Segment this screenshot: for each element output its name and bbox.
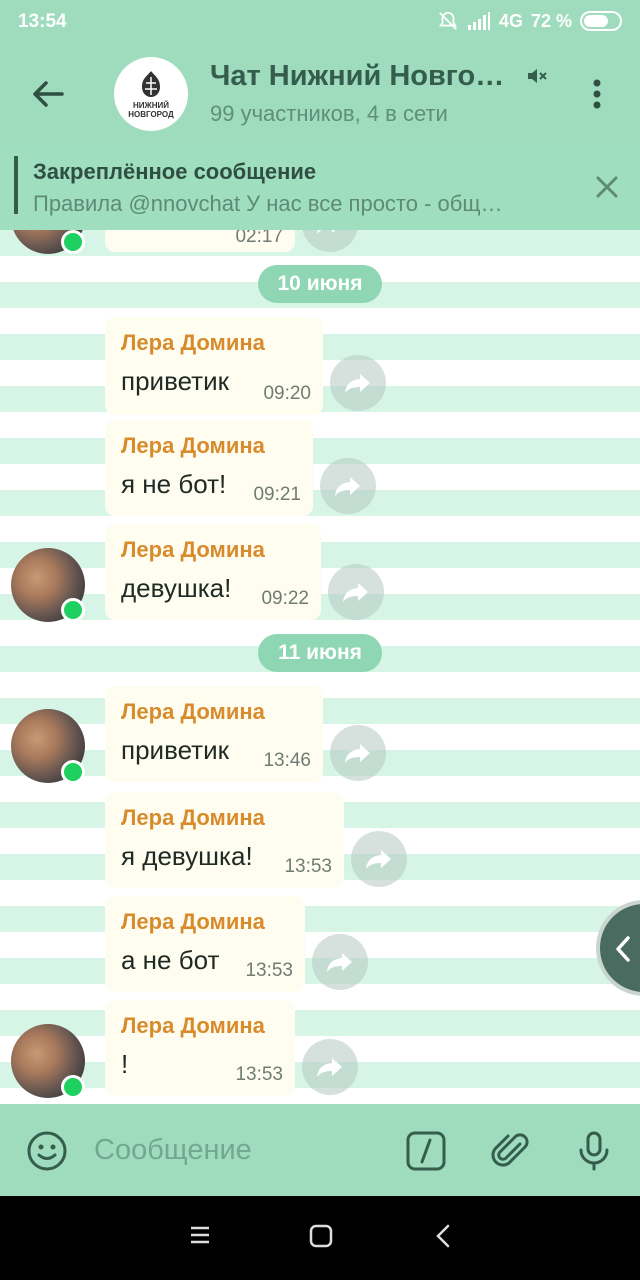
- forward-button[interactable]: [351, 831, 407, 887]
- share-arrow-icon: [335, 477, 360, 496]
- share-arrow-icon: [345, 374, 370, 393]
- share-arrow-icon: [366, 850, 391, 869]
- muted-speaker-icon: [528, 69, 547, 83]
- chevron-left-icon: [616, 936, 630, 962]
- status-bar: 13:54 4G 72 %: [0, 0, 640, 44]
- message-text: я не бот!: [121, 469, 227, 499]
- chat-subtitle: 99 участников, 4 в сети: [210, 101, 448, 126]
- message-bubble[interactable]: Лера Домина я не бот! 09:21: [105, 420, 313, 516]
- menu-icon[interactable]: [189, 1224, 211, 1246]
- microphone-icon[interactable]: [573, 1130, 615, 1172]
- logo-text: НИЖНИЙ НОВГОРОД: [128, 101, 174, 119]
- forward-button[interactable]: [302, 230, 358, 252]
- message-time: 13:53: [284, 856, 332, 877]
- message-time: 13:53: [245, 960, 293, 981]
- back-nav-icon[interactable]: [434, 1224, 452, 1248]
- close-icon[interactable]: [594, 174, 620, 200]
- bell-off-icon: [438, 11, 457, 30]
- forward-button[interactable]: [328, 564, 384, 620]
- status-indicators: 4G 72 %: [437, 10, 622, 32]
- message-text: приветик: [121, 366, 229, 396]
- message-author[interactable]: Лера Домина: [121, 537, 305, 563]
- online-indicator: [61, 230, 85, 254]
- message-text: я девушка!: [121, 841, 253, 871]
- share-arrow-icon: [343, 583, 368, 602]
- forward-button[interactable]: [312, 934, 368, 990]
- pinned-message[interactable]: Закреплённое сообщение Правила @nnovchat…: [0, 144, 640, 230]
- date-separator: 11 июня: [258, 634, 382, 672]
- arrow-left-icon[interactable]: [28, 74, 68, 114]
- message-time: 09:21: [253, 484, 301, 505]
- message-text: девушка!: [121, 573, 232, 603]
- date-separator: 10 июня: [258, 265, 382, 303]
- pinned-text: Правила @nnovchat У нас все просто - общ…: [33, 191, 503, 216]
- online-indicator: [61, 1075, 85, 1099]
- home-icon[interactable]: [309, 1224, 333, 1248]
- forward-button[interactable]: [320, 458, 376, 514]
- forward-button[interactable]: [330, 725, 386, 781]
- message-text: а не бот: [121, 945, 220, 975]
- message-bubble[interactable]: Лера Домина я девушка! 13:53: [105, 792, 344, 888]
- message-bubble[interactable]: Лера Домина ! 13:53: [105, 1000, 295, 1096]
- message-author[interactable]: Лера Домина: [121, 909, 289, 935]
- message-time: 13:53: [235, 1064, 283, 1085]
- status-time: 13:54: [18, 11, 67, 32]
- message-author[interactable]: Лера Домина: [121, 699, 307, 725]
- message-bubble[interactable]: Лера Домина приветик 13:46: [105, 686, 323, 782]
- chat-header: НИЖНИЙ НОВГОРОД Чат Нижний Новго… 99 учас…: [0, 44, 640, 144]
- message-time: 13:46: [263, 750, 311, 771]
- message-text: !: [121, 1049, 129, 1079]
- signal-icon: [467, 12, 490, 30]
- network-type: 4G: [498, 10, 523, 31]
- battery-icon: [580, 11, 622, 31]
- system-nav-bar: [0, 1196, 640, 1280]
- city-emblem-icon: [142, 71, 160, 97]
- message-bubble[interactable]: 02:17: [105, 230, 295, 252]
- pinned-accent-bar: [14, 156, 18, 214]
- message-composer: Сообщение: [0, 1104, 640, 1196]
- message-text: приветик: [121, 735, 229, 765]
- online-indicator: [61, 598, 85, 622]
- share-arrow-icon: [345, 744, 370, 763]
- message-bubble[interactable]: Лера Домина девушка! 09:22: [105, 524, 321, 620]
- message-author[interactable]: Лера Домина: [121, 433, 297, 459]
- battery-percent: 72 %: [530, 10, 572, 31]
- message-author[interactable]: Лера Домина: [121, 1013, 279, 1039]
- chat-title[interactable]: Чат Нижний Новго…: [210, 60, 504, 93]
- forward-button[interactable]: [330, 355, 386, 411]
- share-arrow-icon: [317, 230, 336, 234]
- smiley-icon[interactable]: [26, 1130, 68, 1172]
- slash-command-icon[interactable]: [405, 1130, 447, 1172]
- message-bubble[interactable]: Лера Домина а не бот 13:53: [105, 896, 305, 992]
- forward-button[interactable]: [302, 1039, 358, 1095]
- paperclip-icon[interactable]: [490, 1130, 532, 1172]
- share-arrow-icon: [327, 953, 352, 972]
- chat-avatar[interactable]: НИЖНИЙ НОВГОРОД: [114, 57, 188, 131]
- message-time: 02:17: [235, 230, 283, 247]
- message-input[interactable]: Сообщение: [94, 1134, 252, 1167]
- message-time: 09:20: [263, 383, 311, 404]
- message-bubble[interactable]: Лера Домина приветик 09:20: [105, 317, 323, 415]
- message-list[interactable]: 02:17 10 июня Лера Домина приветик 09:20…: [0, 230, 640, 1104]
- message-time: 09:22: [261, 588, 309, 609]
- online-indicator: [61, 760, 85, 784]
- more-vertical-icon[interactable]: [584, 76, 610, 112]
- pinned-title: Закреплённое сообщение: [33, 159, 317, 184]
- message-author[interactable]: Лера Домина: [121, 330, 307, 356]
- message-author[interactable]: Лера Домина: [121, 805, 328, 831]
- share-arrow-icon: [317, 1058, 342, 1077]
